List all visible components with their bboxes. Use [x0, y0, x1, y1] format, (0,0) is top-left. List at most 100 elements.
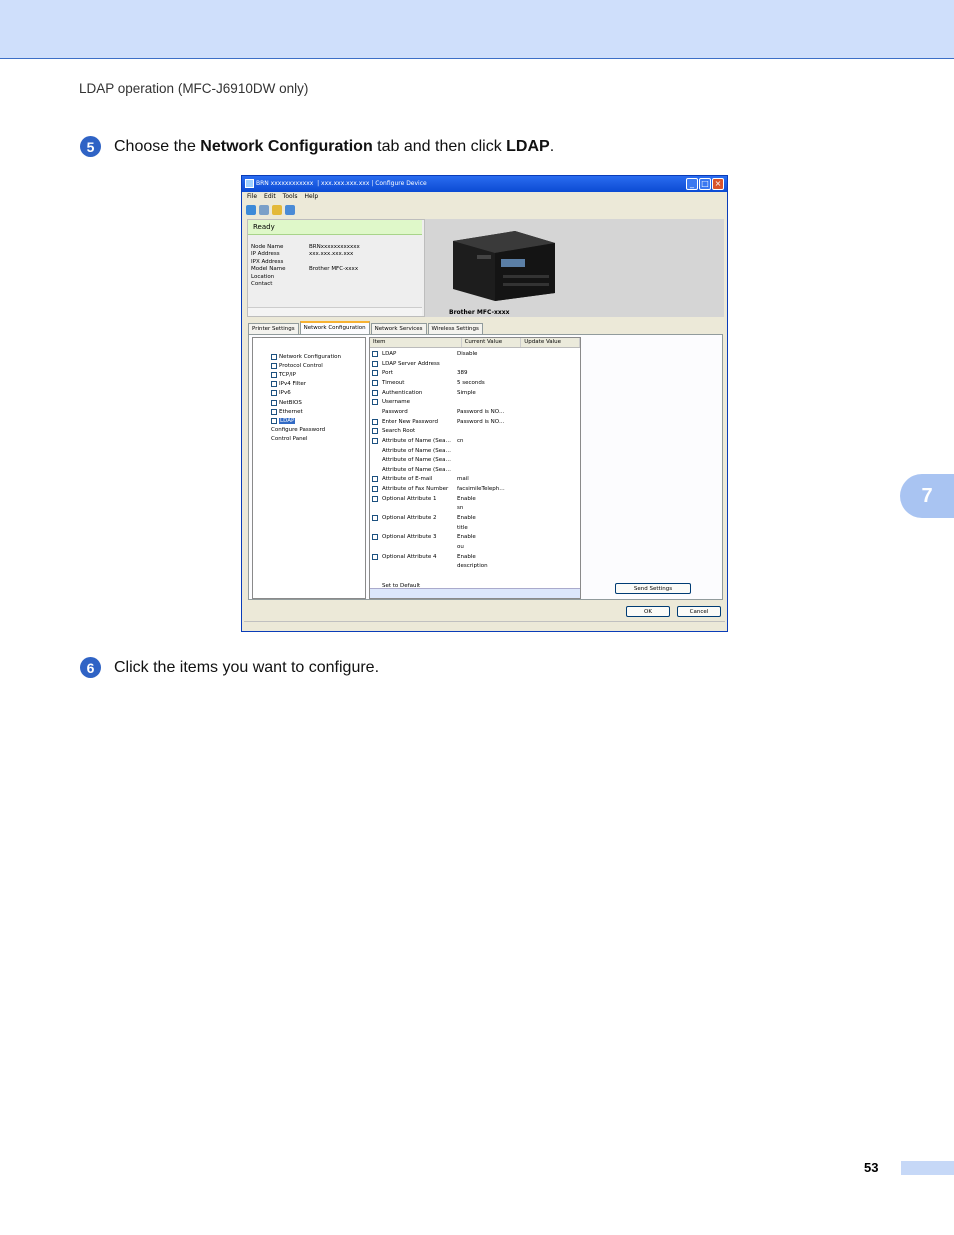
menu-help[interactable]: Help [304, 193, 318, 204]
row-checkbox[interactable] [372, 486, 378, 493]
tree-item[interactable]: Configure Password [271, 427, 325, 433]
grid-item-cell [372, 544, 457, 550]
tree-checkbox[interactable] [271, 372, 277, 379]
row-checkbox[interactable] [372, 428, 378, 435]
device-properties: Node Name BRNxxxxxxxxxxxx IP Address xxx.x… [251, 244, 360, 287]
tree-item[interactable]: TCP/IP [271, 372, 296, 379]
grid-row[interactable]: Optional Attribute 1 Enable [372, 495, 517, 502]
grid-row[interactable]: title [372, 525, 517, 531]
tree-item[interactable]: Control Panel [271, 436, 307, 442]
printer-model-label: Brother MFC-xxxx [449, 309, 510, 316]
grid-row[interactable] [372, 573, 517, 579]
grid-item-label: Attribute of Name (Sea… [382, 437, 451, 444]
tab-printer-settings[interactable]: Printer Settings [248, 323, 299, 334]
grid-row[interactable]: sn [372, 505, 517, 511]
tree-item[interactable]: Network Configuration [271, 354, 341, 360]
header-band [0, 0, 954, 59]
grid-current-value: Password is NO… [457, 408, 505, 415]
menu-tools[interactable]: Tools [283, 193, 298, 204]
device-status-panel: Ready Node Name BRNxxxxxxxxxxxx IP Addres… [247, 219, 425, 317]
column-update-value[interactable]: Update Value [521, 338, 580, 347]
tree-checkbox[interactable] [271, 363, 277, 370]
grid-current-value: facsimileTeleph… [457, 486, 505, 493]
grid-row[interactable]: Optional Attribute 4 Enable [372, 553, 517, 560]
grid-row[interactable]: Enter New Password Password is NO… [372, 418, 517, 425]
grid-row[interactable]: LDAP Disable [372, 351, 517, 357]
grid-row[interactable]: ou [372, 544, 517, 550]
grid-row[interactable]: Attribute of E-mail mail [372, 476, 517, 483]
grid-row[interactable]: Attribute of Name (Sea… cn [372, 437, 517, 444]
minimize-button[interactable]: _ [686, 178, 698, 190]
grid-current-value: mail [457, 476, 469, 483]
grid-row[interactable]: Optional Attribute 3 Enable [372, 534, 517, 541]
grid-row[interactable]: description [372, 563, 517, 569]
row-checkbox[interactable] [372, 351, 378, 357]
row-checkbox[interactable] [372, 399, 378, 406]
tree-item[interactable]: IPv4 Filter [271, 381, 306, 388]
tree-item[interactable]: Protocol Control [271, 363, 323, 370]
row-checkbox[interactable] [372, 370, 378, 377]
column-item[interactable]: Item [370, 338, 462, 347]
search-icon[interactable] [259, 205, 269, 215]
help-icon[interactable] [272, 205, 282, 215]
column-current-value[interactable]: Current Value [462, 338, 522, 347]
status-bar-ready: Ready [248, 220, 422, 235]
grid-row[interactable]: LDAP Server Address [372, 360, 517, 367]
grid-item-cell: Password [372, 409, 457, 415]
grid-row[interactable]: Attribute of Fax Number facsimileTeleph… [372, 486, 517, 493]
tab-network-services[interactable]: Network Services [370, 323, 427, 334]
grid-row[interactable]: Username [372, 399, 517, 406]
row-checkbox[interactable] [372, 534, 378, 541]
grid-row[interactable]: Password Password is NO… [372, 409, 517, 415]
tree-item[interactable]: NetBIOS [271, 399, 302, 406]
grid-current-value: Enable [457, 534, 476, 541]
send-settings-button[interactable]: Send Settings [615, 583, 691, 594]
grid-row[interactable]: Timeout 5 seconds [372, 379, 517, 386]
row-checkbox[interactable] [372, 476, 378, 483]
grid-row[interactable]: Set to Default [372, 583, 517, 589]
row-checkbox[interactable] [372, 360, 378, 367]
close-button[interactable]: × [712, 178, 724, 190]
load-icon[interactable] [285, 205, 295, 215]
row-checkbox[interactable] [372, 389, 378, 396]
row-checkbox[interactable] [372, 379, 378, 386]
grid-item-cell: Attribute of Name (Sea… [372, 467, 457, 473]
row-checkbox[interactable] [372, 418, 378, 425]
tree-checkbox[interactable] [271, 381, 277, 388]
running-header: LDAP operation (MFC-J6910DW only) [79, 81, 309, 96]
row-checkbox[interactable] [372, 553, 378, 560]
grid-row[interactable]: Attribute of Name (Sea… [372, 457, 517, 463]
tree-checkbox[interactable] [271, 354, 277, 360]
tree-item[interactable]: IPv6 [271, 390, 291, 397]
grid-horizontal-scrollbar[interactable] [370, 588, 580, 598]
horizontal-scrollbar[interactable] [248, 307, 422, 316]
tree-checkbox[interactable] [271, 408, 277, 415]
printer-image [453, 231, 555, 301]
row-checkbox[interactable] [372, 437, 378, 444]
grid-row[interactable]: Attribute of Name (Sea… [372, 448, 517, 454]
grid-row[interactable]: Attribute of Name (Sea… [372, 467, 517, 473]
tree-item[interactable]: LDAP [271, 417, 296, 424]
tree-checkbox[interactable] [271, 417, 277, 424]
grid-current-value: Enable [457, 495, 476, 502]
cancel-button[interactable]: Cancel [677, 606, 721, 617]
grid-row[interactable]: Port 389 [372, 370, 517, 377]
grid-row[interactable]: Search Root [372, 428, 517, 435]
menu-edit[interactable]: Edit [264, 193, 276, 204]
grid-row[interactable]: Optional Attribute 2 Enable [372, 515, 517, 522]
row-checkbox[interactable] [372, 495, 378, 502]
grid-current-value: description [457, 563, 488, 570]
tree-checkbox[interactable] [271, 399, 277, 406]
grid-item-label: Attribute of E-mail [382, 476, 433, 483]
refresh-icon[interactable] [246, 205, 256, 215]
tab-wireless-settings[interactable]: Wireless Settings [427, 323, 483, 334]
grid-item-cell: Optional Attribute 4 [372, 553, 457, 560]
tree-item[interactable]: Ethernet [271, 408, 303, 415]
row-checkbox[interactable] [372, 515, 378, 522]
tree-checkbox[interactable] [271, 390, 277, 397]
grid-current-value: Password is NO… [457, 418, 505, 425]
menu-file[interactable]: File [247, 193, 257, 204]
grid-row[interactable]: Authentication Simple [372, 389, 517, 396]
maximize-button[interactable]: □ [699, 178, 711, 190]
ok-button[interactable]: OK [626, 606, 670, 617]
